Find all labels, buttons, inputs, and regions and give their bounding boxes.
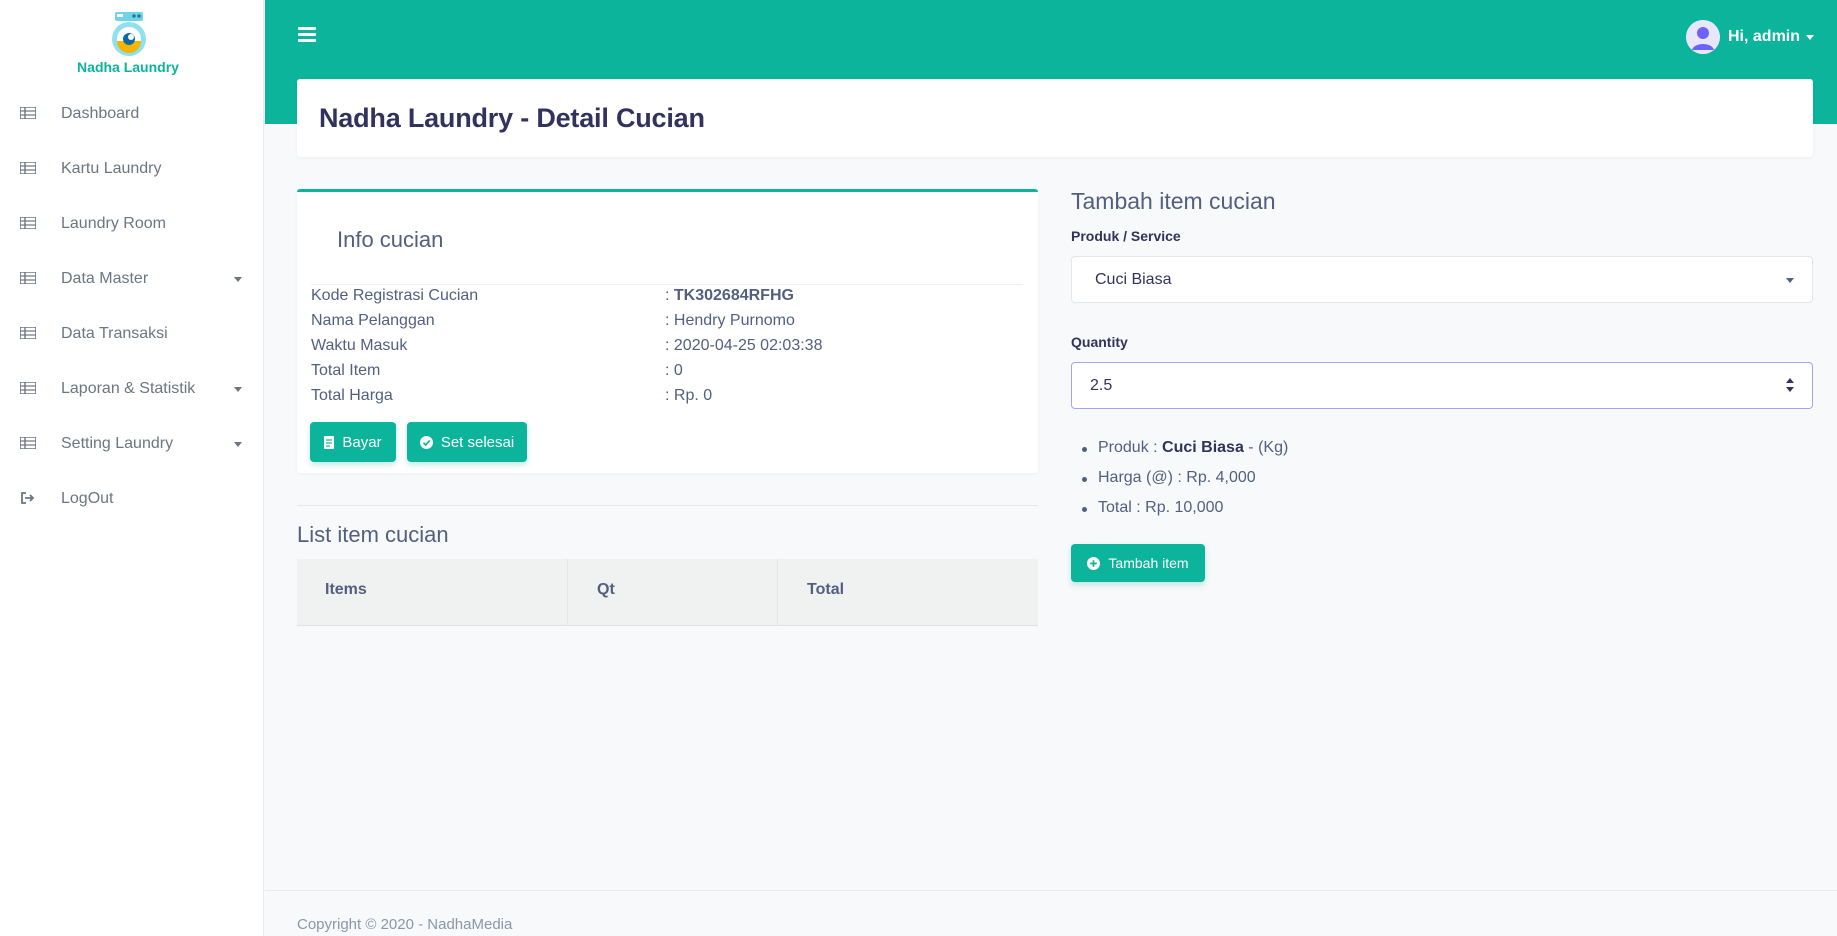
summary-produk: Produk : Cuci Biasa - (Kg) — [1081, 439, 1288, 469]
receipt-icon — [324, 435, 335, 449]
quantity-input[interactable] — [1073, 364, 1773, 407]
sidebar-item-label: Setting Laundry — [61, 435, 174, 452]
sidebar-item-setting-laundry[interactable]: Setting Laundry — [0, 422, 264, 468]
summary-total: Total : Rp. 10,000 — [1081, 499, 1288, 529]
user-menu[interactable]: Hi, admin — [1686, 20, 1815, 54]
footer-copyright: Copyright © 2020 - NadhaMedia — [297, 916, 513, 933]
sidebar-item-data-transaksi[interactable]: Data Transaksi — [0, 312, 264, 358]
user-greeting: Hi, admin — [1728, 28, 1801, 45]
info-value: : Hendry Purnomo — [665, 312, 795, 329]
chevron-down-icon — [234, 387, 242, 392]
info-value: : TK302684RFHG — [665, 287, 794, 304]
info-row: Total Item : 0 — [311, 362, 1023, 384]
sidebar-item-data-master[interactable]: Data Master — [0, 257, 264, 303]
info-row: Nama Pelanggan : Hendry Purnomo — [311, 312, 1023, 334]
info-key: Kode Registrasi Cucian — [311, 287, 479, 304]
sidebar-item-label: Laundry Room — [61, 215, 166, 232]
list-title: List item cucian — [297, 522, 449, 547]
sidebar-item-label: Data Master — [61, 270, 149, 287]
sidebar-item-laundry-room[interactable]: Laundry Room — [0, 202, 264, 248]
list-icon — [20, 107, 36, 119]
tambah-item-button[interactable]: Tambah item — [1071, 544, 1205, 582]
produk-selected-value: Cuci Biasa — [1095, 271, 1172, 288]
registration-code: TK302684RFHG — [673, 287, 794, 304]
chevron-down-icon — [1786, 278, 1794, 283]
sidebar-item-label: Laporan & Statistik — [61, 380, 196, 397]
sidebar-item-logout[interactable]: LogOut — [0, 477, 264, 523]
sidebar-item-label: Dashboard — [61, 105, 140, 122]
sidebar-item-label: Kartu Laundry — [61, 160, 162, 177]
divider — [265, 890, 1837, 891]
info-row: Kode Registrasi Cucian : TK302684RFHG — [311, 287, 1023, 309]
user-avatar-icon — [1686, 20, 1720, 54]
info-card: Info cucian Kode Registrasi Cucian : TK3… — [297, 189, 1038, 473]
sidebar-item-label: LogOut — [61, 490, 114, 507]
quantity-label: Quantity — [1071, 334, 1128, 350]
column-header-total[interactable]: Total — [807, 581, 844, 599]
info-value: : 2020-04-25 02:03:38 — [665, 337, 823, 354]
page-header-card: Nadha Laundry - Detail Cucian — [297, 79, 1813, 157]
sidebar-item-dashboard[interactable]: Dashboard — [0, 92, 264, 138]
avatar — [1686, 20, 1720, 54]
info-value: : 0 — [665, 362, 683, 379]
check-circle-icon — [419, 435, 433, 449]
list-icon — [20, 217, 36, 229]
sidebar-item-kartu-laundry[interactable]: Kartu Laundry — [0, 147, 264, 193]
column-header-qt[interactable]: Qt — [597, 581, 615, 599]
page-title: Nadha Laundry - Detail Cucian — [319, 103, 705, 133]
quantity-stepper[interactable] — [1782, 376, 1798, 396]
sidebar-item-laporan-statistik[interactable]: Laporan & Statistik — [0, 367, 264, 413]
divider — [311, 284, 1023, 285]
set-selesai-button[interactable]: Set selesai — [407, 422, 527, 462]
brand-name: Nadha Laundry — [77, 59, 179, 75]
produk-label: Produk / Service — [1071, 228, 1181, 244]
info-key: Waktu Masuk — [311, 337, 408, 354]
list-icon — [20, 437, 36, 449]
summary-harga: Harga (@) : Rp. 4,000 — [1081, 469, 1288, 499]
list-icon — [20, 272, 36, 284]
info-row: Total Harga : Rp. 0 — [311, 387, 1023, 409]
list-icon — [20, 327, 36, 339]
quantity-field[interactable] — [1071, 362, 1813, 409]
info-title: Info cucian — [337, 227, 444, 252]
info-row: Waktu Masuk : 2020-04-25 02:03:38 — [311, 337, 1023, 359]
washing-machine-logo-icon — [112, 12, 146, 56]
produk-select[interactable]: Cuci Biasa — [1071, 256, 1813, 303]
info-key: Nama Pelanggan — [311, 312, 435, 329]
tambah-item-label: Tambah item — [1108, 555, 1189, 571]
chevron-down-icon — [234, 277, 242, 282]
chevron-down-icon — [1806, 34, 1815, 40]
item-summary: Produk : Cuci Biasa - (Kg) Harga (@) : R… — [1081, 439, 1288, 529]
info-key: Total Item — [311, 362, 381, 379]
list-icon — [20, 382, 36, 394]
column-header-items[interactable]: Items — [325, 581, 367, 599]
menu-toggle-icon[interactable] — [298, 27, 316, 43]
list-icon — [20, 162, 36, 174]
items-table-header: Items Qt Total — [297, 559, 1038, 626]
divider — [297, 505, 1038, 506]
bayar-label: Bayar — [342, 433, 382, 451]
sidebar: Nadha Laundry Dashboard Kartu Laundry La… — [0, 0, 264, 936]
bayar-button[interactable]: Bayar — [310, 422, 396, 462]
chevron-down-icon — [234, 442, 242, 447]
info-value: : Rp. 0 — [665, 387, 713, 404]
form-title: Tambah item cucian — [1071, 188, 1276, 214]
info-key: Total Harga — [311, 387, 393, 404]
plus-circle-icon — [1087, 556, 1101, 570]
sign-out-icon — [21, 492, 35, 504]
set-selesai-label: Set selesai — [440, 433, 515, 451]
brand[interactable]: Nadha Laundry — [0, 0, 264, 86]
sidebar-item-label: Data Transaksi — [61, 325, 168, 342]
